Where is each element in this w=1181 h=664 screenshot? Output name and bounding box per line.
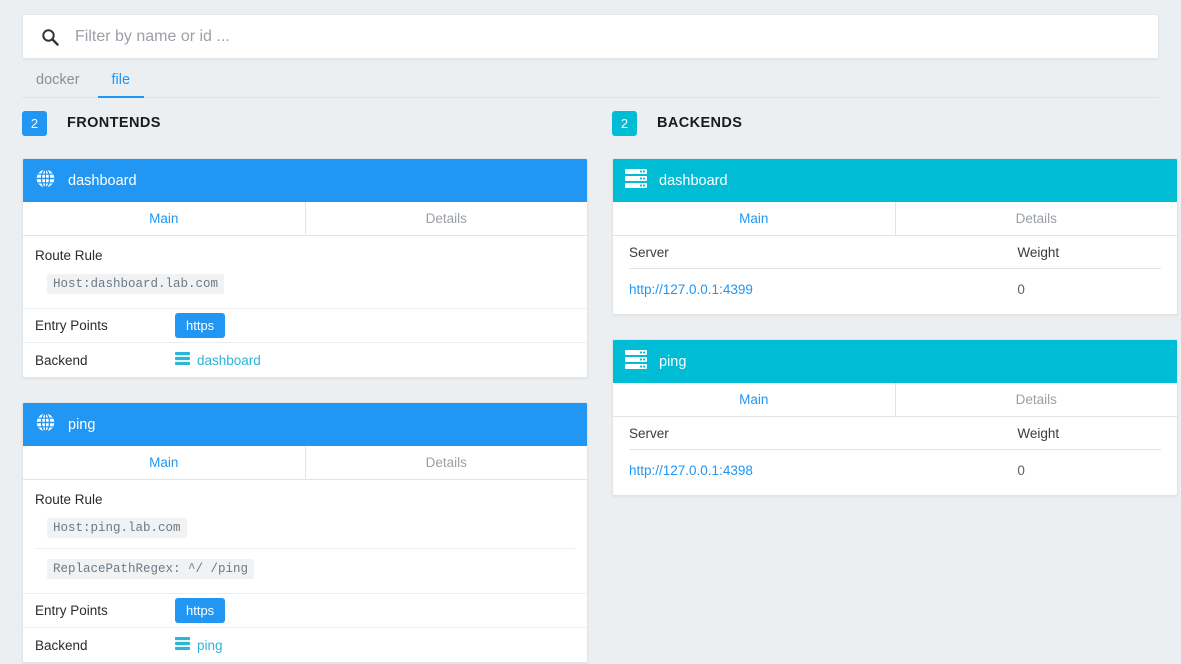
route-rule-item: ReplacePathRegex: ^/ /ping — [35, 548, 575, 589]
frontend-name: dashboard — [68, 172, 137, 189]
backend-card: dashboard Main Details Server Weight htt… — [612, 158, 1178, 315]
backend-card-tabs: Main Details — [613, 202, 1177, 236]
tab-file[interactable]: file — [97, 72, 145, 98]
backend-name: ping — [659, 353, 687, 370]
tab-main[interactable]: Main — [23, 446, 305, 480]
tab-details[interactable]: Details — [894, 202, 1177, 236]
tab-main[interactable]: Main — [613, 383, 895, 417]
backend-label: Backend — [35, 352, 88, 368]
frontend-card-header: dashboard — [23, 159, 587, 202]
frontend-card-tabs: Main Details — [23, 446, 587, 480]
entry-points-label: Entry Points — [35, 603, 108, 618]
route-rule-item: Host:dashboard.lab.com — [35, 274, 575, 304]
entry-point-chip[interactable]: https — [175, 313, 226, 338]
table-header-row: Server Weight — [629, 417, 1161, 450]
tab-details[interactable]: Details — [304, 202, 587, 236]
server-icon — [625, 169, 647, 192]
table-row: http://127.0.0.1:4398 0 — [629, 454, 1161, 487]
frontend-card: dashboard Main Details Route Rule Host:d… — [22, 158, 588, 378]
backends-title: BACKENDS — [657, 115, 743, 131]
frontends-title: FRONTENDS — [67, 115, 161, 131]
globe-icon — [35, 412, 56, 437]
search-input[interactable] — [73, 26, 1158, 47]
entry-points-row: Entry Points https — [23, 309, 587, 343]
frontends-column: 2 FRONTENDS dashboard Main Details Route… — [22, 110, 588, 664]
frontends-header: 2 FRONTENDS — [22, 110, 588, 136]
server-link[interactable]: http://127.0.0.1:4399 — [629, 282, 753, 297]
route-rule-section: Route Rule Host:dashboard.lab.com — [23, 236, 587, 309]
tab-details[interactable]: Details — [894, 383, 1177, 417]
backend-link-label: ping — [197, 637, 223, 653]
backend-link[interactable]: dashboard — [175, 352, 261, 368]
backend-label: Backend — [35, 637, 88, 653]
tab-main[interactable]: Main — [23, 202, 305, 236]
tab-details[interactable]: Details — [304, 446, 587, 480]
globe-icon — [35, 168, 56, 193]
backend-name: dashboard — [659, 172, 728, 189]
server-icon — [625, 350, 647, 373]
route-rule-item: Host:ping.lab.com — [35, 518, 575, 548]
backend-row: Backend ping — [23, 628, 587, 662]
backend-card-header: ping — [613, 340, 1177, 383]
backends-column: 2 BACKENDS dashboard Main Details Server… — [612, 110, 1178, 520]
tab-main[interactable]: Main — [613, 202, 895, 236]
table-header-row: Server Weight — [629, 236, 1161, 269]
server-icon — [175, 352, 190, 368]
backend-card: ping Main Details Server Weight http://1… — [612, 339, 1178, 496]
frontend-card-header: ping — [23, 403, 587, 446]
tab-docker[interactable]: docker — [22, 72, 94, 99]
search-bar[interactable] — [22, 14, 1159, 59]
column-header-server: Server — [629, 244, 669, 260]
table-row: http://127.0.0.1:4399 0 — [629, 273, 1161, 306]
route-rule-code: Host:dashboard.lab.com — [47, 274, 225, 294]
server-cell: http://127.0.0.1:4398 — [629, 463, 1017, 478]
backend-card-tabs: Main Details — [613, 383, 1177, 417]
backend-link[interactable]: ping — [175, 637, 223, 653]
servers-table: Server Weight http://127.0.0.1:4398 0 — [613, 417, 1177, 495]
entry-points-label: Entry Points — [35, 318, 108, 333]
servers-table: Server Weight http://127.0.0.1:4399 0 — [613, 236, 1177, 314]
server-link[interactable]: http://127.0.0.1:4398 — [629, 463, 753, 478]
route-rule-code: Host:ping.lab.com — [47, 518, 187, 538]
route-rule-section: Route Rule Host:ping.lab.com ReplacePath… — [23, 480, 587, 594]
column-header-weight: Weight — [1017, 425, 1060, 441]
traefik-dashboard-page: docker file 2 FRONTENDS — [0, 0, 1181, 664]
entry-point-chip[interactable]: https — [175, 598, 226, 623]
backend-row: Backend dashboard — [23, 343, 587, 377]
search-icon — [41, 28, 59, 46]
weight-cell: 0 — [1017, 463, 1025, 478]
entry-points-row: Entry Points https — [23, 594, 587, 628]
weight-cell: 0 — [1017, 282, 1025, 297]
column-header-weight: Weight — [1017, 244, 1060, 260]
backends-count-badge: 2 — [612, 110, 637, 136]
route-rule-code: ReplacePathRegex: ^/ /ping — [47, 559, 255, 579]
backend-card-header: dashboard — [613, 159, 1177, 202]
frontend-card: ping Main Details Route Rule Host:ping.l… — [22, 402, 588, 663]
route-rule-label: Route Rule — [35, 248, 103, 263]
route-rule-label: Route Rule — [35, 492, 103, 507]
provider-tabs: docker file — [22, 63, 1159, 98]
frontend-card-tabs: Main Details — [23, 202, 587, 236]
backend-link-label: dashboard — [197, 352, 261, 368]
server-cell: http://127.0.0.1:4399 — [629, 282, 1017, 297]
backends-header: 2 BACKENDS — [612, 110, 1178, 136]
server-icon — [175, 637, 190, 653]
frontend-name: ping — [68, 416, 96, 433]
column-header-server: Server — [629, 425, 669, 441]
frontends-count-badge: 2 — [22, 110, 47, 136]
